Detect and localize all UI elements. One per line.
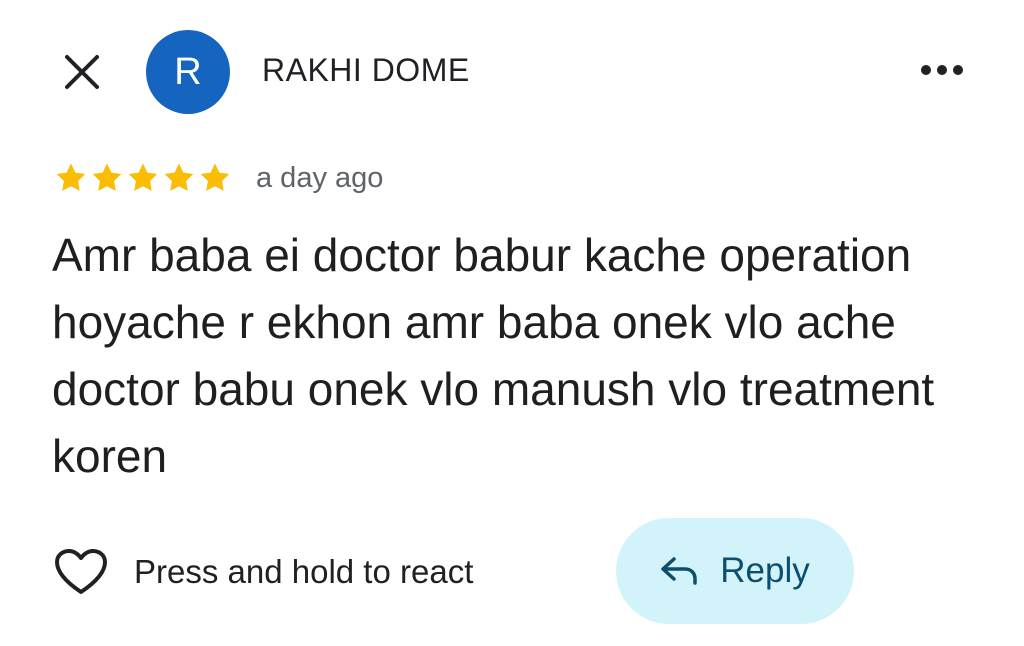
avatar-initial: R — [174, 50, 202, 93]
star-icon — [128, 163, 158, 191]
rating-row: a day ago — [54, 156, 383, 200]
close-button[interactable] — [60, 50, 104, 94]
star-icon — [200, 163, 230, 191]
react-label: Press and hold to react — [134, 553, 474, 590]
close-icon — [65, 55, 99, 89]
star-icon — [56, 163, 86, 191]
avatar[interactable]: R — [146, 30, 230, 114]
more-options-button[interactable] — [912, 48, 972, 92]
star-icon — [164, 163, 194, 191]
reply-button[interactable]: Reply — [616, 518, 854, 624]
reply-label: Reply — [720, 551, 810, 590]
heart-outline-icon — [55, 549, 107, 594]
react-button[interactable]: Press and hold to react — [54, 542, 473, 602]
star-rating — [54, 161, 232, 195]
review-card: R RAKHI DOME a day ago Amr baba ei docto… — [0, 0, 1024, 646]
reply-arrow-icon — [661, 557, 697, 585]
star-icon — [92, 163, 122, 191]
review-text: Amr baba ei doctor babur kache operation… — [52, 229, 935, 482]
review-time: a day ago — [256, 161, 384, 194]
author-name[interactable]: RAKHI DOME — [262, 52, 470, 89]
more-horizontal-icon — [921, 65, 963, 75]
